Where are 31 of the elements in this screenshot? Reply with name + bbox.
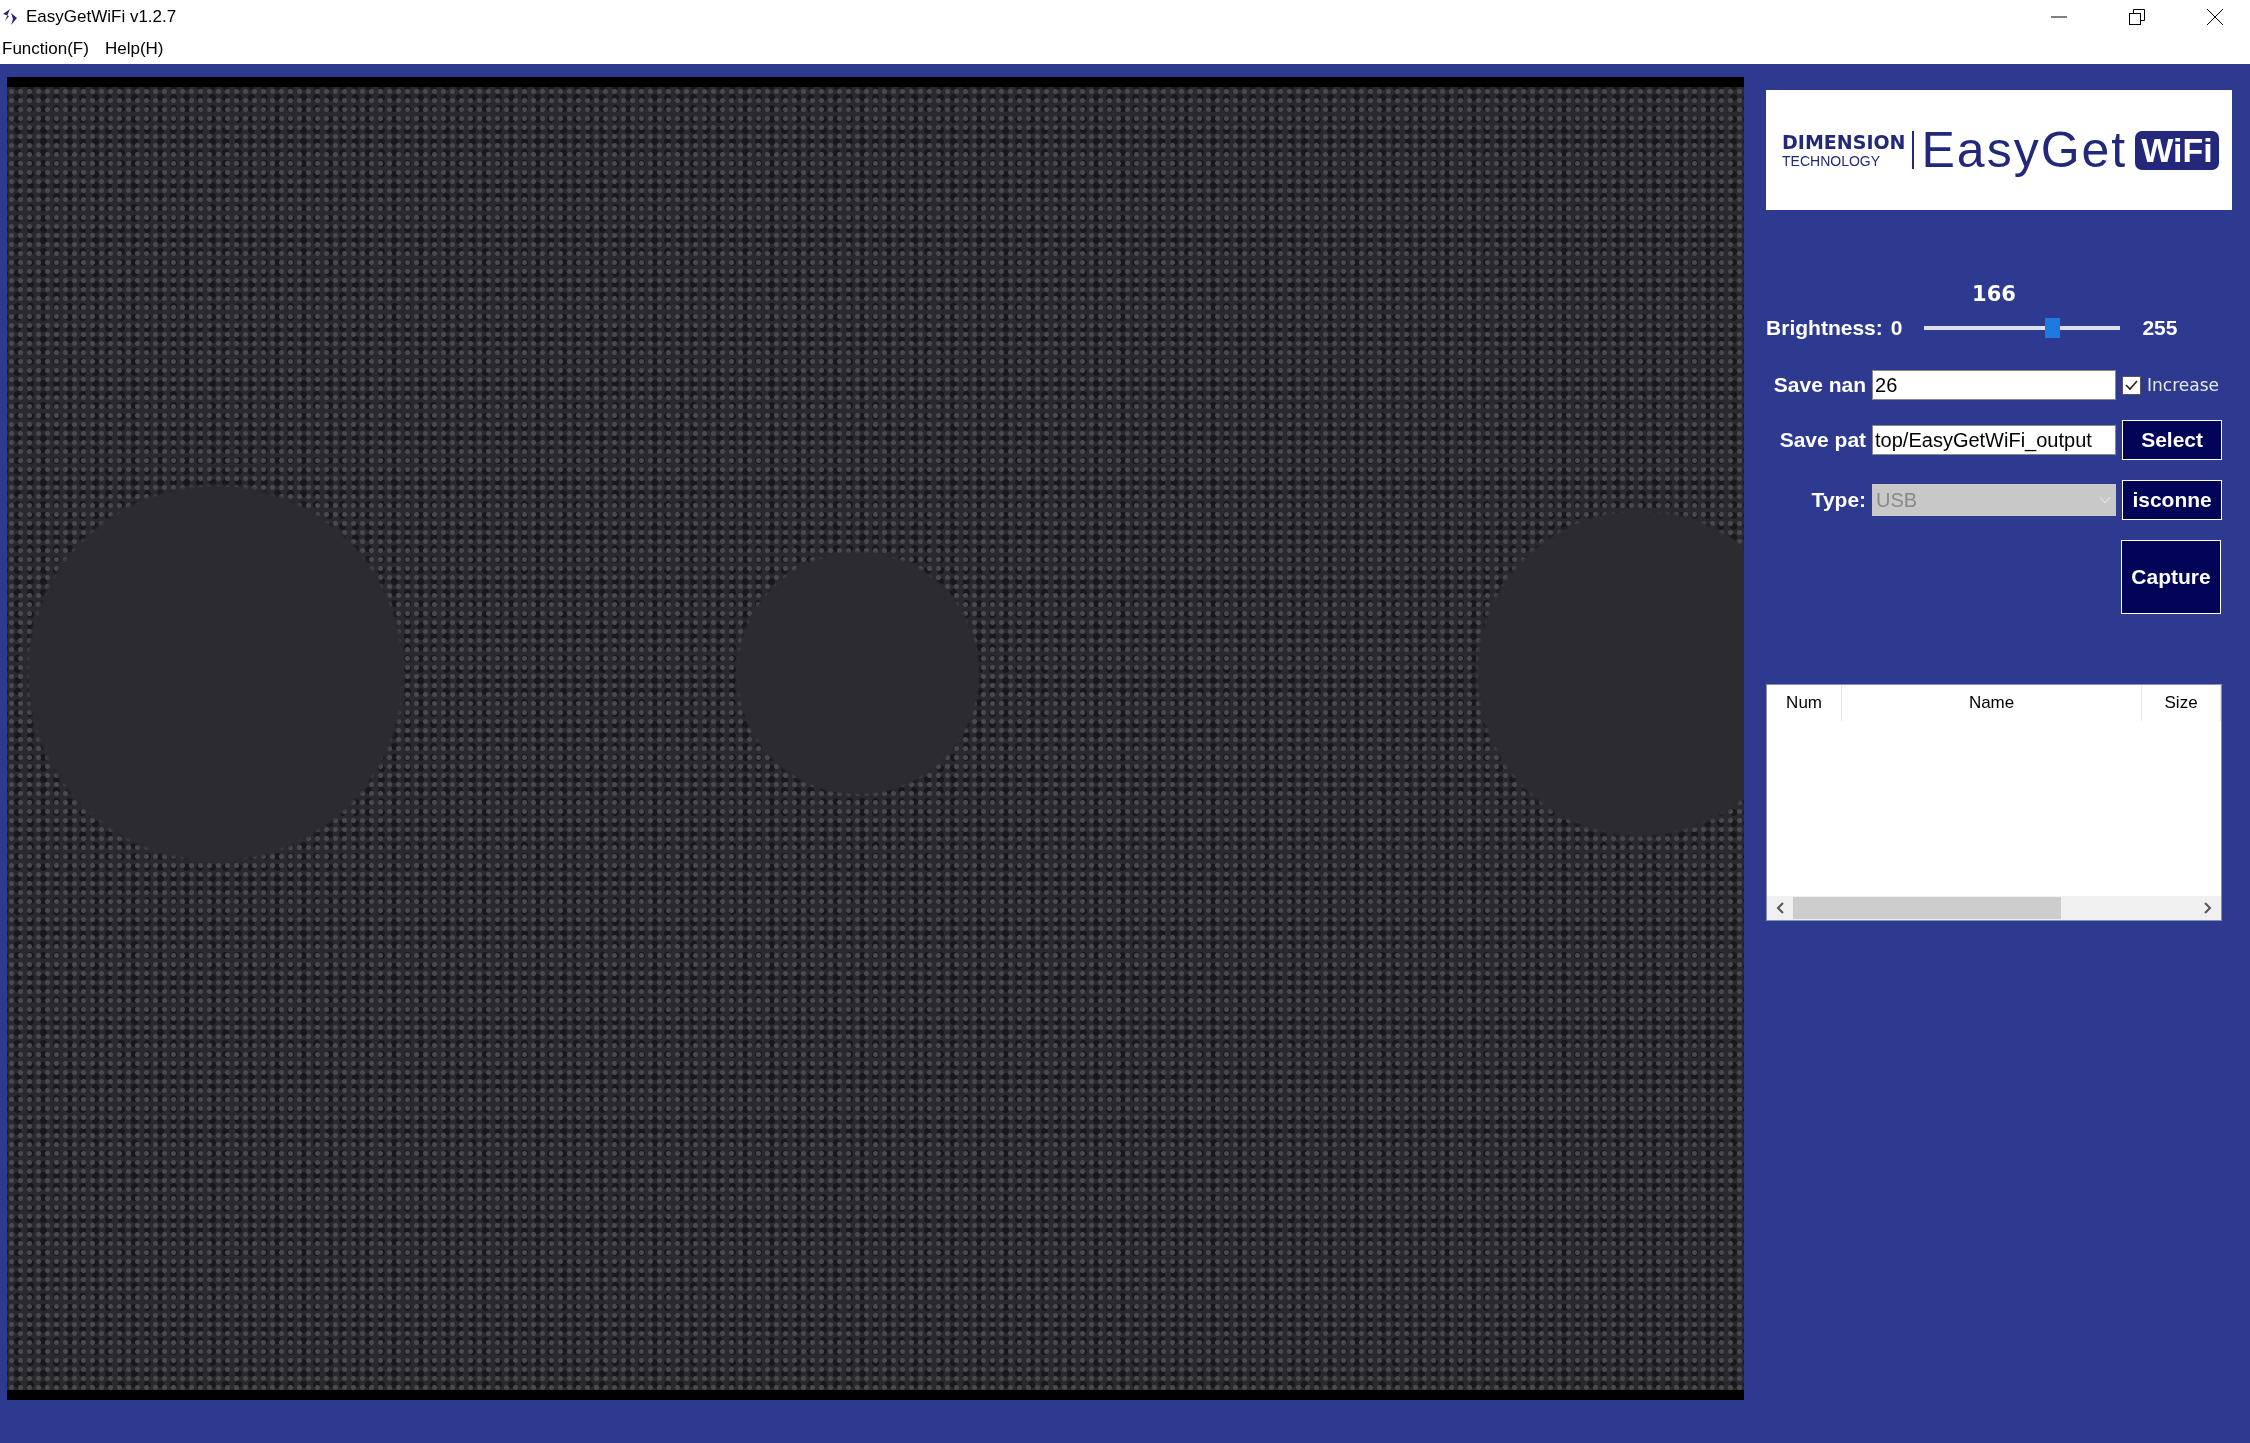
logo-badge: WiFi	[2135, 130, 2219, 170]
window-title: EasyGetWiFi v1.2.7	[26, 7, 178, 27]
type-label: Type:	[1810, 488, 1867, 512]
restore-icon	[2129, 9, 2145, 25]
column-header[interactable]: Size	[2142, 685, 2222, 721]
menu-item[interactable]: Function(F)	[2, 39, 89, 59]
close-icon	[2207, 9, 2223, 25]
brightness-label: Brightness:	[1766, 316, 1883, 340]
save-name-field[interactable]: 26	[1872, 370, 2117, 400]
brightness-max: 255	[2142, 316, 2178, 340]
menu-item[interactable]: Help(H)	[104, 39, 164, 59]
select-button[interactable]: Select	[2122, 420, 2223, 460]
capture-button[interactable]: Capture	[2121, 540, 2221, 614]
brightness-reading: 166	[1972, 282, 2016, 306]
brightness-min: 0	[1890, 316, 1903, 340]
logo-company-text: DIMENSION	[1782, 131, 1906, 153]
logo-product-text: EasyGet	[1921, 121, 2128, 179]
column-header[interactable]: Num	[1767, 685, 1843, 721]
dropdown-caret-icon	[2100, 497, 2111, 503]
checkmark-icon	[2125, 379, 2139, 391]
save-path-field[interactable]: top/EasyGetWiFi_output	[1872, 425, 2117, 455]
logo-subtitle-text: TECHNOLOGY	[1782, 153, 1881, 169]
save-name-label: Save nan	[1772, 373, 1867, 397]
minimize-icon	[2051, 16, 2067, 18]
slider-thumb[interactable]	[2045, 318, 2061, 338]
column-header[interactable]: Name	[1842, 685, 2143, 721]
app-logo-icon	[2, 8, 18, 26]
scrollbar-thumb[interactable]	[1793, 897, 2062, 919]
save-path-label: Save pat	[1778, 428, 1867, 452]
increase-checkbox[interactable]: Increase	[2122, 375, 2223, 395]
horizontal-scrollbar[interactable]	[1767, 896, 2222, 920]
